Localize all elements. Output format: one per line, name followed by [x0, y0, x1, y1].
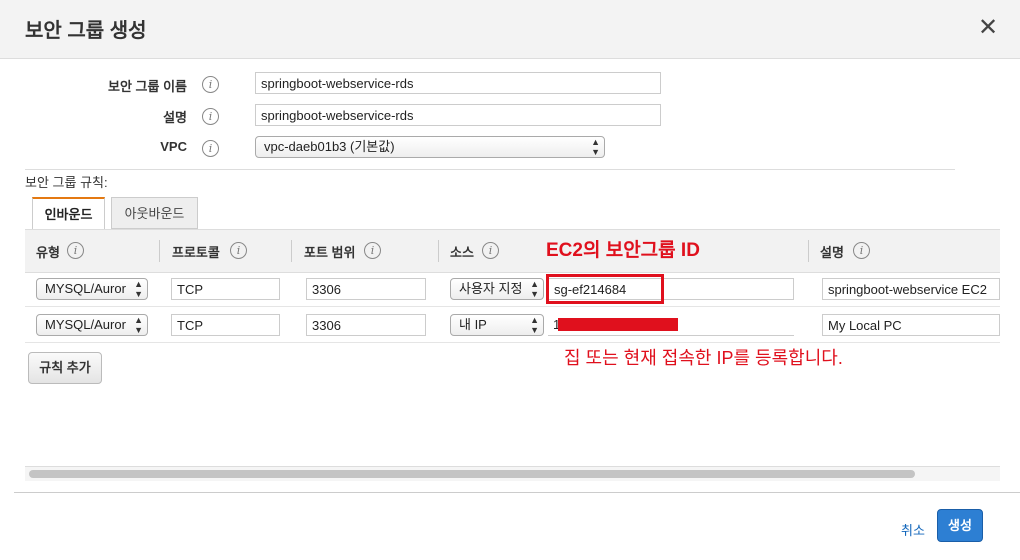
source-type-select[interactable]: 내 IP ▲ ▼ [450, 314, 544, 336]
row-divider [25, 342, 1000, 343]
redaction-bar [558, 318, 678, 331]
vpc-select-value: vpc-daeb01b3 (기본값) [264, 139, 395, 154]
column-divider [808, 240, 809, 262]
rules-table-header: 유형 i 프로토콜 i 포트 범위 i 소스 i 설명 i [25, 229, 1000, 273]
rule-type-value: MYSQL/Auror [45, 317, 126, 332]
annotation-title: EC2의 보안그룹 ID [546, 240, 700, 261]
info-icon[interactable]: i [202, 140, 219, 157]
scrollbar-thumb[interactable] [29, 470, 915, 478]
protocol-field: TCP [171, 314, 280, 336]
info-icon[interactable]: i [202, 76, 219, 93]
column-description: 설명 [820, 245, 844, 260]
rules-section-title: 보안 그룹 규칙: [25, 175, 108, 190]
select-arrows-icon: ▲ ▼ [134, 279, 143, 299]
select-arrows-icon: ▲ ▼ [591, 137, 600, 157]
horizontal-scrollbar[interactable] [25, 466, 1000, 481]
info-icon[interactable]: i [202, 108, 219, 125]
select-arrows-icon: ▲ ▼ [530, 279, 539, 299]
column-port-range: 포트 범위 [304, 245, 356, 260]
source-type-value: 내 IP [459, 317, 487, 332]
column-source: 소스 [450, 245, 474, 260]
rule-description-input[interactable]: My Local PC [822, 314, 1000, 336]
annotation-highlight-box [546, 274, 664, 304]
port-range-input[interactable]: 3306 [306, 314, 426, 336]
info-icon[interactable]: i [482, 242, 499, 259]
annotation-note: 집 또는 현재 접속한 IP를 등록합니다. [564, 348, 843, 368]
column-divider [159, 240, 160, 262]
rule-type-select[interactable]: MYSQL/Auror ▲ ▼ [36, 314, 148, 336]
create-button[interactable]: 생성 [937, 509, 983, 542]
column-divider [438, 240, 439, 262]
security-group-name-input[interactable]: springboot-webservice-rds [255, 72, 661, 94]
footer-divider [14, 492, 1020, 493]
source-type-select[interactable]: 사용자 지정 ▲ ▼ [450, 278, 544, 300]
source-type-value: 사용자 지정 [459, 281, 523, 296]
select-arrows-icon: ▲ ▼ [134, 315, 143, 335]
description-input[interactable]: springboot-webservice-rds [255, 104, 661, 126]
rule-type-value: MYSQL/Auror [45, 281, 126, 296]
security-group-name-label: 보안 그룹 이름 [108, 79, 187, 94]
column-divider [291, 240, 292, 262]
port-range-input[interactable]: 3306 [306, 278, 426, 300]
description-label: 설명 [163, 110, 187, 125]
select-arrows-icon: ▲ ▼ [530, 315, 539, 335]
column-protocol: 프로토콜 [172, 245, 220, 260]
vpc-select[interactable]: vpc-daeb01b3 (기본값) ▲ ▼ [255, 136, 605, 158]
tab-inbound[interactable]: 인바운드 [32, 197, 105, 229]
rule-description-input[interactable]: springboot-webservice EC2 [822, 278, 1000, 300]
info-icon[interactable]: i [230, 242, 247, 259]
info-icon[interactable]: i [364, 242, 381, 259]
vpc-label: VPC [160, 139, 187, 154]
protocol-field: TCP [171, 278, 280, 300]
row-divider [25, 306, 1000, 307]
tab-outbound[interactable]: 아웃바운드 [111, 197, 198, 229]
cancel-link[interactable]: 취소 [901, 520, 925, 539]
info-icon[interactable]: i [853, 242, 870, 259]
column-type: 유형 [36, 245, 60, 260]
dialog-title: 보안 그룹 생성 [25, 20, 147, 42]
add-rule-button[interactable]: 규칙 추가 [28, 352, 102, 384]
dialog-header: 보안 그룹 생성 ✕ [0, 0, 1020, 59]
close-icon[interactable]: ✕ [978, 16, 998, 40]
info-icon[interactable]: i [67, 242, 84, 259]
section-divider [25, 169, 955, 170]
rule-type-select[interactable]: MYSQL/Auror ▲ ▼ [36, 278, 148, 300]
